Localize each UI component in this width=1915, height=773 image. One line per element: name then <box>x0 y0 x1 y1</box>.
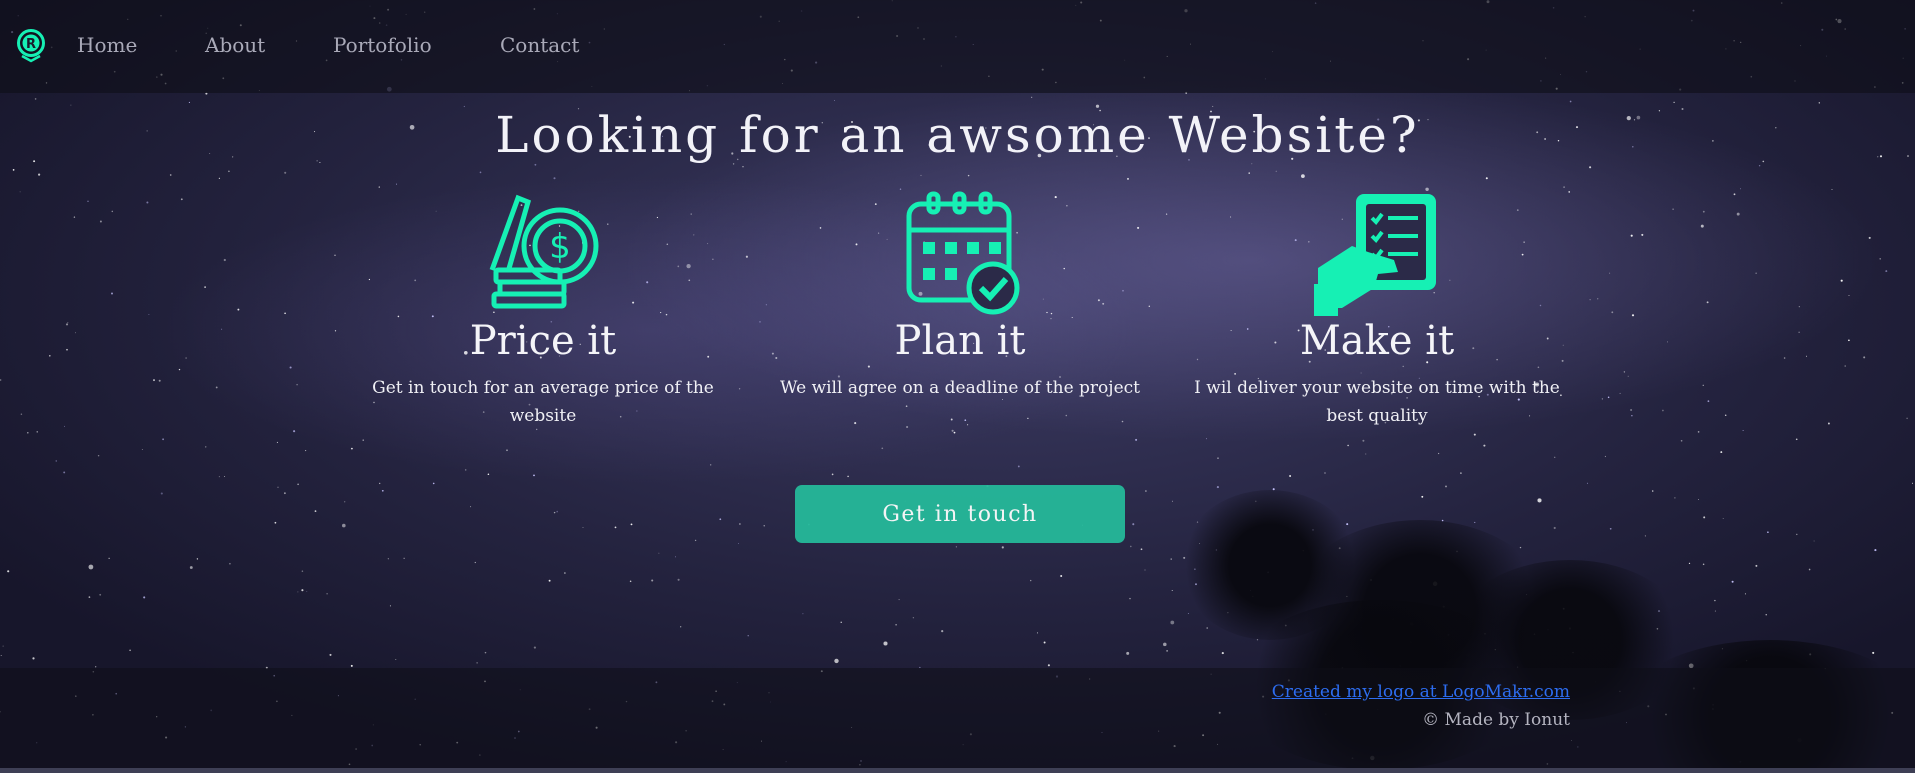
copyright-text: © Made by Ionut <box>1422 710 1570 730</box>
feature-title: Make it <box>1299 318 1455 364</box>
coins-dollar-icon: $ <box>489 194 599 309</box>
footer: Created my logo at LogoMakr.com © Made b… <box>0 668 1915 773</box>
logomakr-credit-link[interactable]: Created my logo at LogoMakr.com <box>1272 682 1570 702</box>
nav-contact[interactable]: Contact <box>500 33 579 57</box>
feature-text: We will agree on a deadline of the proje… <box>780 378 1140 398</box>
get-in-touch-button[interactable]: Get in touch <box>795 485 1125 543</box>
r-badge-logo-icon[interactable]: R <box>15 28 47 64</box>
nav-home[interactable]: Home <box>77 33 137 57</box>
feature-make: Make it I wil deliver your website on ti… <box>1177 190 1577 430</box>
page-bottom-edge <box>0 768 1915 773</box>
hero-title: Looking for an awsome Website? <box>495 106 1420 164</box>
feature-text: Get in touch for an average price of the… <box>372 378 714 426</box>
svg-text:$: $ <box>549 227 571 267</box>
calendar-check-icon <box>906 191 1020 315</box>
hand-checklist-icon <box>1314 194 1436 316</box>
feature-plan: Plan it We will agree on a deadline of t… <box>760 190 1160 402</box>
nav-about[interactable]: About <box>205 33 265 57</box>
nav-portofolio[interactable]: Portofolio <box>333 33 432 57</box>
feature-title: Price it <box>469 318 617 364</box>
top-navbar: R Home About Portofolio Contact <box>0 0 1915 93</box>
feature-title: Plan it <box>894 318 1026 364</box>
feature-text: I wil deliver your website on time with … <box>1194 378 1560 426</box>
svg-text:R: R <box>26 37 36 52</box>
feature-price: $ Price it Get in touch for an average p… <box>343 190 743 430</box>
